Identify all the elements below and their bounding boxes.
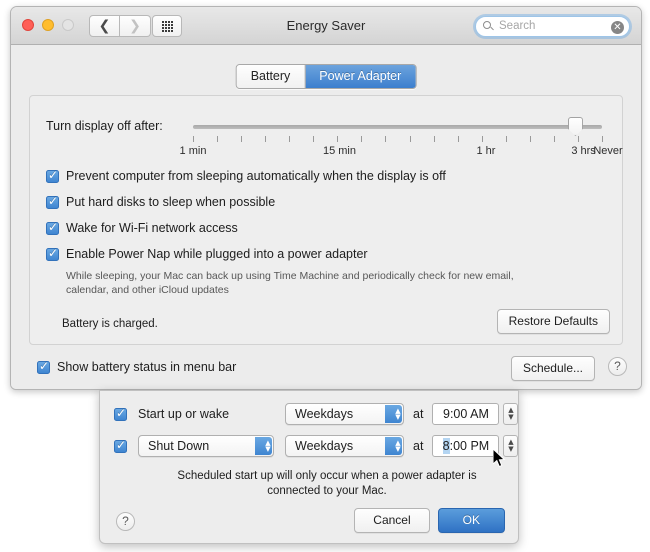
sheet-help-button[interactable]: ? (116, 512, 135, 531)
ok-button[interactable]: OK (437, 508, 505, 533)
slider-tick (577, 136, 579, 142)
slider-tick (241, 136, 243, 142)
slider-tick (433, 136, 435, 142)
chevron-updown-icon: ▲ ▼ (255, 437, 272, 455)
show-battery-status-row[interactable]: Show battery status in menu bar (37, 359, 237, 375)
options-list: Prevent computer from sleeping automatic… (46, 168, 608, 297)
checkbox[interactable] (46, 168, 59, 183)
tab-battery[interactable]: Battery (236, 65, 305, 88)
shutdown-days-select[interactable]: Weekdays ▲ ▼ (285, 435, 404, 457)
schedule-sheet: Start up or wake Weekdays ▲▼ at 9:00 AM … (99, 390, 519, 544)
slider-tick-label: 15 min (322, 145, 356, 157)
slider-tick (553, 136, 555, 142)
slider-tick (361, 136, 363, 142)
shutdown-days-value: Weekdays (295, 439, 354, 453)
slider-thumb[interactable] (567, 117, 583, 136)
power-nap-description: While sleeping, your Mac can back up usi… (66, 270, 514, 296)
slider-tick (385, 136, 387, 142)
option-label: Wake for Wi-Fi network access (66, 221, 238, 235)
checkbox[interactable] (37, 359, 50, 374)
startup-time-value: 9:00 AM (443, 407, 489, 421)
schedule-note: Scheduled start up will only occur when … (177, 470, 477, 497)
mouse-cursor (493, 449, 506, 468)
help-button[interactable]: ? (608, 357, 627, 376)
checkbox[interactable] (46, 220, 59, 235)
slider-tick (505, 136, 507, 142)
slider-tick (602, 136, 603, 142)
window-bottom-bar: Show battery status in menu bar Schedule… (11, 356, 641, 382)
sheet-buttons: Cancel OK (354, 508, 505, 533)
slider-tick (193, 136, 194, 142)
slider-tick (337, 136, 339, 142)
option-label: Enable Power Nap while plugged into a po… (66, 247, 368, 261)
startup-label: Start up or wake (138, 407, 230, 421)
slider-label: Turn display off after: (46, 119, 163, 133)
search-placeholder: Search (499, 20, 536, 32)
search-input[interactable]: Search ✕ (475, 16, 630, 37)
option-wake-wifi[interactable]: Wake for Wi-Fi network access (46, 220, 608, 236)
slider-tick-label: 1 min (179, 145, 207, 157)
option-power-nap[interactable]: Enable Power Nap while plugged into a po… (46, 246, 608, 262)
option-label: Put hard disks to sleep when possible (66, 195, 276, 209)
startup-time-field[interactable]: 9:00 AM (432, 403, 500, 425)
schedule-button[interactable]: Schedule... (510, 356, 595, 381)
startup-days-select[interactable]: Weekdays ▲ ▼ (285, 403, 404, 425)
tab-power-adapter[interactable]: Power Adapter (304, 65, 416, 88)
checkbox[interactable] (46, 194, 59, 209)
slider-tick (409, 136, 411, 142)
shutdown-schedule-row: Shut Down ▲▼ Weekdays ▲▼ at 8:00 PM ▲▼ (114, 435, 519, 457)
startup-time-stepper[interactable]: ▲ ▼ (503, 403, 519, 425)
show-battery-status-label: Show battery status in menu bar (57, 360, 237, 374)
chevron-updown-icon: ▲ ▼ (385, 437, 402, 455)
restore-defaults-button[interactable]: Restore Defaults (496, 309, 610, 334)
option-disk-sleep[interactable]: Put hard disks to sleep when possible (46, 194, 608, 210)
startup-days-value: Weekdays (295, 407, 354, 421)
startup-checkbox[interactable] (114, 406, 127, 421)
checkbox[interactable] (46, 246, 59, 261)
battery-status-text: Battery is charged. (62, 318, 158, 330)
screen: ❮ ❯ Energy Saver Search ✕ Battery Power … (0, 0, 650, 552)
option-label: Prevent computer from sleeping automatic… (66, 169, 446, 183)
search-field-wrapper: Search ✕ (475, 16, 630, 37)
slider-tick-label: 1 hr (476, 145, 496, 157)
chevron-updown-icon: ▲ ▼ (385, 405, 402, 423)
slider-tick-label: Never (593, 145, 623, 157)
shutdown-action-select[interactable]: Shut Down ▲ ▼ (138, 435, 274, 457)
settings-panel: Turn display off after: 1 min 15 min 1 hr 3… (29, 95, 623, 345)
shutdown-time-selected: 8 (442, 438, 450, 454)
shutdown-action-value: Shut Down (148, 439, 210, 453)
slider-tick (457, 136, 459, 142)
slider-tick (313, 136, 315, 142)
window-body: Battery Power Adapter Turn display off a… (11, 45, 641, 389)
shutdown-time-field[interactable]: 8:00 PM (432, 435, 500, 457)
slider-tick (265, 136, 267, 142)
slider-tick (289, 136, 291, 142)
shutdown-checkbox[interactable] (114, 438, 127, 453)
option-prevent-sleep[interactable]: Prevent computer from sleeping automatic… (46, 168, 608, 184)
shutdown-time-rest: :00 PM (449, 439, 490, 453)
slider-track[interactable] (193, 125, 602, 129)
slider-tick (481, 136, 483, 142)
energy-saver-window: ❮ ❯ Energy Saver Search ✕ Battery Power … (10, 6, 642, 390)
clear-icon[interactable]: ✕ (611, 21, 624, 34)
startup-schedule-row: Start up or wake Weekdays ▲▼ at 9:00 AM … (114, 403, 519, 425)
shutdown-at-label: at (413, 439, 424, 453)
slider-tick-label: 3 hrs (571, 145, 596, 157)
startup-at-label: at (413, 407, 424, 421)
search-icon (483, 21, 491, 29)
window-titlebar: ❮ ❯ Energy Saver Search ✕ (11, 7, 641, 45)
slider-tick (217, 136, 219, 142)
cancel-button[interactable]: Cancel (354, 508, 430, 533)
slider-tick-labels: 1 min 15 min 1 hr 3 hrs Never (180, 145, 623, 159)
slider-ticks (193, 136, 603, 143)
slider-tick (529, 136, 531, 142)
tab-bar: Battery Power Adapter (235, 64, 417, 89)
